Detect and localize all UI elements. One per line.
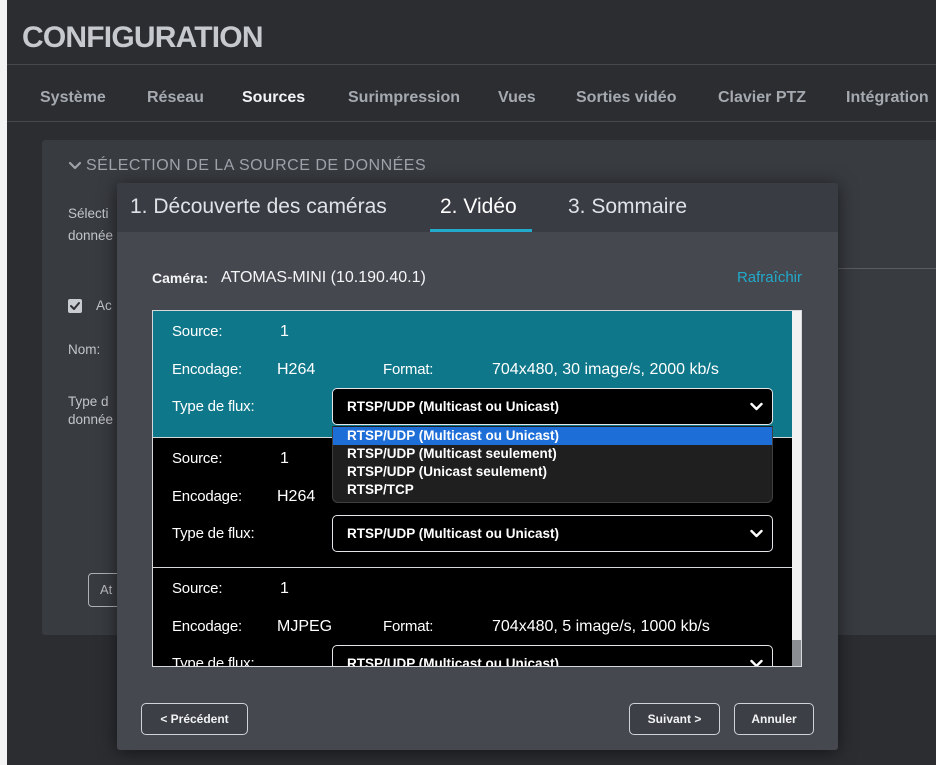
source-label: Source: bbox=[172, 450, 223, 467]
format-value: 704x480, 5 image/s, 1000 kb/s bbox=[492, 618, 710, 635]
next-button[interactable]: Suivant > bbox=[629, 703, 720, 735]
tab-integration[interactable]: Intégration bbox=[846, 88, 929, 108]
tab-reseau[interactable]: Réseau bbox=[147, 88, 204, 108]
flow-type-select[interactable]: RTSP/UDP (Multicast ou Unicast) bbox=[332, 645, 773, 667]
tab-sorties-video[interactable]: Sorties vidéo bbox=[576, 88, 676, 108]
step-video[interactable]: 2. Vidéo bbox=[440, 194, 517, 220]
flow-type-select[interactable]: RTSP/UDP (Multicast ou Unicast) bbox=[332, 388, 773, 425]
flow-type-options: RTSP/UDP (Multicast ou Unicast) RTSP/UDP… bbox=[332, 426, 773, 503]
flow-type-label: Type de flux: bbox=[172, 398, 255, 415]
check-icon bbox=[70, 302, 80, 310]
chevron-down-icon bbox=[750, 401, 763, 412]
title-divider bbox=[7, 64, 936, 65]
page-title: CONFIGURATION bbox=[22, 21, 264, 54]
chevron-down-icon[interactable] bbox=[68, 159, 82, 173]
flow-type-selected-value: RTSP/UDP (Multicast ou Unicast) bbox=[347, 656, 560, 667]
camera-label: Caméra: bbox=[152, 270, 209, 286]
flow-option[interactable]: RTSP/UDP (Multicast seulement) bbox=[333, 445, 772, 463]
source-label: Source: bbox=[172, 323, 223, 340]
scrollbar-thumb[interactable] bbox=[792, 311, 801, 640]
step-camera-discovery[interactable]: 1. Découverte des caméras bbox=[130, 194, 387, 220]
encoding-value: H264 bbox=[277, 361, 316, 378]
flow-type-select[interactable]: RTSP/UDP (Multicast ou Unicast) bbox=[332, 515, 773, 552]
screenshot-edge bbox=[0, 0, 7, 765]
stream-row[interactable]: Source: 1 Encodage: H264 Format: 704x480… bbox=[153, 311, 792, 437]
camera-value: ATOMAS-MINI (10.190.40.1) bbox=[221, 269, 426, 286]
tab-clavier-ptz[interactable]: Clavier PTZ bbox=[718, 88, 806, 108]
cancel-button[interactable]: Annuler bbox=[734, 703, 814, 735]
active-step-indicator bbox=[430, 229, 532, 232]
tab-systeme[interactable]: Système bbox=[40, 88, 106, 108]
panel-title[interactable]: SÉLECTION DE LA SOURCE DE DONNÉES bbox=[86, 156, 426, 176]
flow-option[interactable]: RTSP/UDP (Multicast ou Unicast) bbox=[333, 427, 772, 445]
enable-checkbox[interactable] bbox=[68, 299, 82, 313]
tab-surimpression[interactable]: Surimpression bbox=[348, 88, 460, 108]
chevron-down-icon bbox=[750, 658, 763, 666]
flow-option[interactable]: RTSP/TCP bbox=[333, 481, 772, 499]
chevron-down-icon bbox=[750, 528, 763, 539]
source-label: Source: bbox=[172, 580, 223, 597]
flow-type-label: Type de flux: bbox=[172, 525, 255, 542]
tab-vues[interactable]: Vues bbox=[498, 88, 536, 108]
wizard-steps: 1. Découverte des caméras 2. Vidéo 3. So… bbox=[117, 183, 838, 232]
tabs-divider bbox=[7, 121, 936, 122]
flow-type-selected-value: RTSP/UDP (Multicast ou Unicast) bbox=[347, 399, 560, 414]
data-type-label-line2: donnée bbox=[68, 412, 114, 427]
camera-wizard-dialog: 1. Découverte des caméras 2. Vidéo 3. So… bbox=[117, 183, 838, 750]
flow-type-selected-value: RTSP/UDP (Multicast ou Unicast) bbox=[347, 526, 560, 541]
list-scrollbar[interactable] bbox=[792, 311, 801, 666]
flow-option[interactable]: RTSP/UDP (Unicast seulement) bbox=[333, 463, 772, 481]
data-type-label: Type d bbox=[68, 394, 109, 409]
flow-type-label: Type de flux: bbox=[172, 655, 255, 667]
name-label: Nom: bbox=[68, 342, 101, 357]
selection-label-line2: donnée bbox=[68, 228, 114, 243]
step-summary[interactable]: 3. Sommaire bbox=[568, 194, 687, 220]
encoding-label: Encodage: bbox=[172, 361, 242, 378]
selection-label: Sélecti bbox=[68, 206, 109, 221]
encoding-label: Encodage: bbox=[172, 488, 242, 505]
previous-button[interactable]: < Précédent bbox=[141, 703, 248, 735]
encoding-value: MJPEG bbox=[277, 618, 333, 635]
format-value: 704x480, 30 image/s, 2000 kb/s bbox=[492, 361, 719, 378]
encoding-label: Encodage: bbox=[172, 618, 242, 635]
encoding-value: H264 bbox=[277, 488, 316, 505]
refresh-link[interactable]: Rafraîchir bbox=[737, 268, 802, 288]
video-stream-list[interactable]: Source: 1 Encodage: H264 Format: 704x480… bbox=[152, 310, 802, 667]
source-value: 1 bbox=[280, 323, 289, 340]
tab-sources[interactable]: Sources bbox=[242, 88, 305, 108]
source-value: 1 bbox=[280, 580, 289, 597]
format-label: Format: bbox=[383, 361, 434, 378]
stream-row[interactable]: Source: 1 Encodage: MJPEG Format: 704x48… bbox=[153, 568, 792, 667]
source-value: 1 bbox=[280, 450, 289, 467]
enable-checkbox-label: Ac bbox=[96, 298, 112, 313]
format-label: Format: bbox=[383, 618, 434, 635]
